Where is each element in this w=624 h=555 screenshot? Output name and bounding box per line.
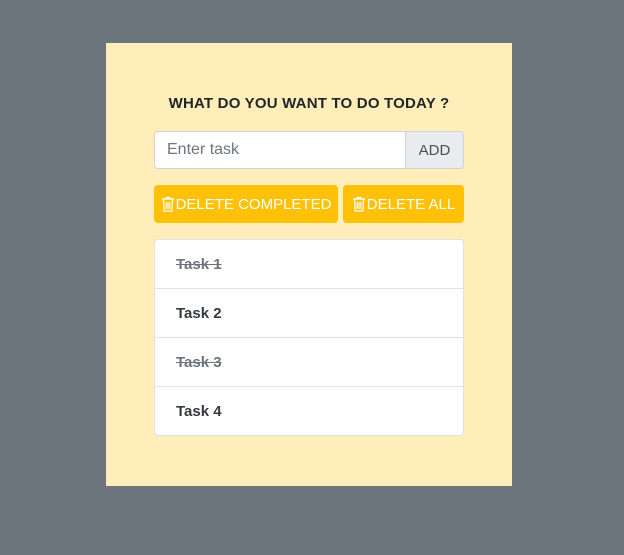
delete-completed-button[interactable]: DELETE COMPLETED bbox=[154, 185, 338, 223]
trash-icon bbox=[352, 196, 366, 212]
task-list: Task 1 Task 2 Task 3 Task 4 bbox=[154, 239, 464, 436]
add-task-group: ADD bbox=[154, 131, 464, 169]
task-item-1[interactable]: Task 1 bbox=[154, 239, 464, 289]
todo-card: WHAT DO YOU WANT TO DO TODAY ? ADD DELET… bbox=[106, 43, 512, 486]
trash-icon bbox=[161, 196, 175, 212]
task-item-2[interactable]: Task 2 bbox=[154, 288, 464, 338]
delete-all-button[interactable]: DELETE ALL bbox=[343, 185, 464, 223]
delete-completed-label: DELETE COMPLETED bbox=[175, 195, 332, 213]
task-item-4[interactable]: Task 4 bbox=[154, 386, 464, 436]
add-button[interactable]: ADD bbox=[405, 131, 464, 169]
delete-all-label: DELETE ALL bbox=[366, 195, 456, 213]
task-item-3[interactable]: Task 3 bbox=[154, 337, 464, 387]
task-input[interactable] bbox=[154, 131, 405, 169]
page-title: WHAT DO YOU WANT TO DO TODAY ? bbox=[168, 95, 450, 112]
